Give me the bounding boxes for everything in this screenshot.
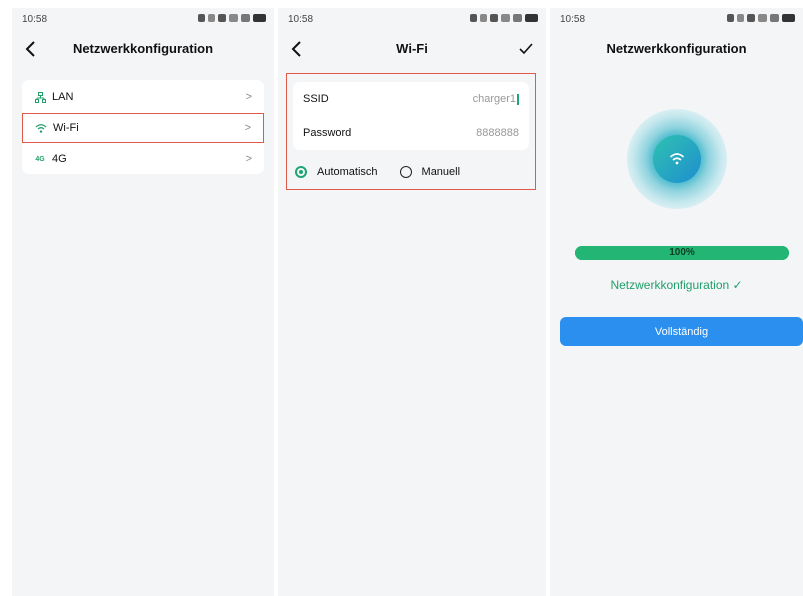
chevron-right-icon: > xyxy=(245,153,252,165)
text-caret xyxy=(517,93,519,105)
status-bar: 10:58 xyxy=(550,8,803,30)
screen-config-complete: 10:58 Netzwerkkonfiguration 100% Netzwer… xyxy=(550,8,803,596)
page-title: Wi-Fi xyxy=(396,41,428,56)
alarm-icon xyxy=(198,14,205,22)
nav-bar: Wi-Fi xyxy=(278,38,546,64)
nav-bar: Netzwerkkonfiguration xyxy=(12,38,274,64)
lan-icon xyxy=(34,91,46,103)
list-item-wifi[interactable]: Wi-Fi > xyxy=(22,113,264,143)
wifi-form-highlight: SSID charger1 Password 8888888 Automatis… xyxy=(286,73,536,190)
wifi-badge xyxy=(653,135,701,183)
radio-manual[interactable]: Manuell xyxy=(399,166,461,178)
ssid-value[interactable]: charger1 xyxy=(473,93,519,105)
list-item-label: Wi-Fi xyxy=(53,122,79,134)
page-title: Netzwerkkonfiguration xyxy=(72,41,214,56)
app-comparison: 10:58 Netzwerkkonfiguration LAN > Wi-Fi … xyxy=(0,0,803,596)
chevron-right-icon: > xyxy=(245,91,252,103)
status-time: 10:58 xyxy=(288,14,314,25)
battery-icon xyxy=(525,14,538,22)
confirm-button[interactable] xyxy=(516,38,536,60)
alarm-icon xyxy=(727,14,734,22)
list-item-lan[interactable]: LAN > xyxy=(22,82,264,112)
radio-automatic[interactable]: Automatisch xyxy=(295,166,378,178)
status-icons xyxy=(198,14,266,22)
data-speed-icon xyxy=(737,14,744,22)
ssid-text: charger1 xyxy=(472,93,516,105)
signal-icon xyxy=(758,14,767,22)
checkmark-icon xyxy=(519,43,533,55)
screen-wifi: 10:58 Wi-Fi SSID charger1 Password 88888… xyxy=(278,8,546,596)
wifi-wave-graphic xyxy=(627,109,727,209)
status-time: 10:58 xyxy=(560,14,586,25)
page-title: Netzwerkkonfiguration xyxy=(606,41,747,56)
nav-bar: Netzwerkkonfiguration xyxy=(550,38,803,64)
status-time: 10:58 xyxy=(22,14,48,25)
list-item-label: LAN xyxy=(52,91,74,103)
wifi-form: SSID charger1 Password 8888888 xyxy=(293,82,529,150)
alarm-icon xyxy=(470,14,477,22)
signal-icon xyxy=(501,14,510,22)
nfc-icon xyxy=(490,14,498,22)
status-icons xyxy=(470,14,538,22)
screen-network-config: 10:58 Netzwerkkonfiguration LAN > Wi-Fi … xyxy=(12,8,274,596)
password-field[interactable]: Password 8888888 xyxy=(293,116,529,150)
status-bar: 10:58 xyxy=(278,8,546,30)
status-bar: 10:58 xyxy=(12,8,274,30)
data-speed-icon xyxy=(208,14,215,22)
ssid-field[interactable]: SSID charger1 xyxy=(293,82,529,116)
radio-label: Manuell xyxy=(421,166,461,178)
battery-icon xyxy=(782,14,795,22)
4g-icon: 4G xyxy=(35,155,45,163)
chevron-right-icon: > xyxy=(244,122,251,134)
progress-bar: 100% xyxy=(575,246,789,260)
status-message: Netzwerkkonfiguration ✓ xyxy=(610,278,743,292)
wifi-icon xyxy=(669,153,685,165)
battery-icon xyxy=(253,14,266,22)
radio-label: Automatisch xyxy=(317,166,378,178)
complete-button[interactable]: Vollständig xyxy=(560,317,803,346)
data-speed-icon xyxy=(480,14,487,22)
nfc-icon xyxy=(218,14,226,22)
progress-text: 100% xyxy=(669,247,695,258)
network-type-list: LAN > Wi-Fi > 4G 4G > xyxy=(22,80,264,174)
list-item-label: 4G xyxy=(52,153,67,165)
password-value[interactable]: 8888888 xyxy=(476,127,519,139)
ssid-label: SSID xyxy=(303,93,329,105)
signal-icon xyxy=(229,14,238,22)
mode-radio-group: Automatisch Manuell xyxy=(295,162,527,182)
list-item-4g[interactable]: 4G 4G > xyxy=(22,144,264,174)
wifi-status-icon xyxy=(241,14,250,22)
wifi-status-icon xyxy=(770,14,779,22)
nfc-icon xyxy=(747,14,755,22)
wifi-status-icon xyxy=(513,14,522,22)
radio-checked-icon xyxy=(295,166,307,178)
status-icons xyxy=(727,14,795,22)
password-label: Password xyxy=(303,127,352,139)
wifi-icon xyxy=(35,122,47,134)
radio-unchecked-icon xyxy=(399,166,412,178)
